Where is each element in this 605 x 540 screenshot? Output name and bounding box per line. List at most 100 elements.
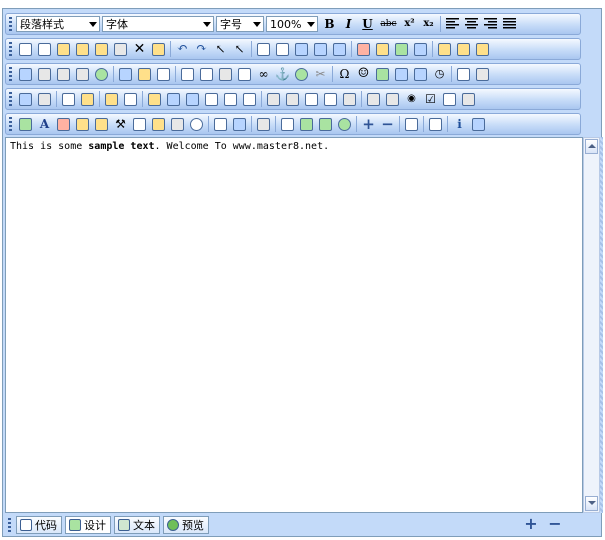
clear-format-button[interactable] (150, 40, 168, 58)
scroll-down-button[interactable] (585, 496, 598, 511)
cell-properties-button[interactable] (103, 90, 121, 108)
table-properties-button[interactable] (79, 90, 97, 108)
style-button[interactable] (412, 40, 430, 58)
maximize-button[interactable]: + (360, 115, 378, 133)
insert-radio-button[interactable]: ◉ (403, 90, 421, 108)
delete-button[interactable]: ✕ (131, 40, 149, 58)
toolbar-grip[interactable] (8, 518, 11, 532)
insert-marquee-button[interactable] (179, 65, 197, 83)
insert-row-button[interactable] (122, 90, 140, 108)
insert-emoticon-button[interactable]: ☺ (355, 65, 373, 83)
replace-button[interactable] (93, 115, 111, 133)
redo-button[interactable]: ↷ (193, 40, 211, 58)
help-button[interactable] (470, 115, 488, 133)
undo-button[interactable]: ↶ (174, 40, 192, 58)
unordered-list-button[interactable] (274, 40, 292, 58)
paste-text-button[interactable] (74, 40, 92, 58)
insert-date-button[interactable] (412, 65, 430, 83)
zoom-button[interactable] (188, 115, 206, 133)
print-button[interactable] (255, 115, 273, 133)
insert-table-button[interactable] (60, 90, 78, 108)
font-select[interactable]: 字体 (102, 16, 214, 32)
text-color-button[interactable] (355, 40, 373, 58)
merge-cells-button[interactable] (203, 90, 221, 108)
insert-image-field-button[interactable] (365, 90, 383, 108)
text-mode-button[interactable] (317, 115, 335, 133)
insert-textfield-button[interactable] (303, 90, 321, 108)
print-preview-button[interactable] (169, 115, 187, 133)
insert-anchor-button[interactable]: ⚓ (274, 65, 292, 83)
bg-color-button[interactable] (393, 40, 411, 58)
toolbar-grip[interactable] (9, 42, 12, 56)
page-props-button[interactable] (150, 115, 168, 133)
font-dialog-button[interactable]: A (36, 115, 54, 133)
toolbar-grip[interactable] (9, 67, 12, 81)
insert-flash-button[interactable] (36, 65, 54, 83)
insert-web-button[interactable] (93, 65, 111, 83)
image-dialog-button[interactable] (74, 115, 92, 133)
find-button[interactable] (112, 40, 130, 58)
absolute-position-button[interactable]: ↖ (231, 40, 249, 58)
insert-column-button[interactable] (146, 90, 164, 108)
template-button[interactable] (131, 115, 149, 133)
insert-link-button[interactable]: ∞ (255, 65, 273, 83)
insert-time-button[interactable]: ◷ (431, 65, 449, 83)
align-right-button[interactable] (482, 15, 500, 33)
shrink-editor-button[interactable]: − (547, 516, 563, 533)
select-button[interactable]: ↖ (212, 40, 230, 58)
indent-button[interactable] (312, 40, 330, 58)
paragraph-style-select[interactable]: 段落样式 (16, 16, 100, 32)
layer-button[interactable] (436, 40, 454, 58)
send-backward-button[interactable] (474, 40, 492, 58)
scroll-up-button[interactable] (585, 139, 598, 154)
unlink-button[interactable]: ✂ (312, 65, 330, 83)
superscript-button[interactable]: x² (401, 15, 419, 33)
underline-button[interactable]: U (359, 15, 377, 33)
insert-listbox-button[interactable] (460, 90, 478, 108)
code-snippet-button[interactable] (36, 90, 54, 108)
insert-handwriting-button[interactable] (474, 65, 492, 83)
insert-button-button[interactable] (341, 90, 359, 108)
insert-hr-button[interactable] (217, 65, 235, 83)
subscript-button[interactable]: x₂ (420, 15, 438, 33)
italic-button[interactable]: I (340, 15, 358, 33)
highlight-button[interactable] (374, 40, 392, 58)
design-mode-button[interactable] (298, 115, 316, 133)
insert-image-button[interactable] (17, 65, 35, 83)
insert-attachment-button[interactable] (74, 65, 92, 83)
insert-form-button[interactable] (265, 90, 283, 108)
tab-code[interactable]: 代码 (16, 516, 62, 534)
insert-grid-button[interactable] (155, 65, 173, 83)
paste-button[interactable] (55, 40, 73, 58)
cut-button[interactable] (17, 40, 35, 58)
toolbar-grip[interactable] (9, 17, 12, 31)
paragraph-dialog-button[interactable] (55, 115, 73, 133)
editing-area[interactable]: This is some sample text. Welcome To www… (5, 137, 583, 513)
split-rows-button[interactable] (222, 90, 240, 108)
insert-frame-button[interactable] (117, 65, 135, 83)
save-button[interactable] (231, 115, 249, 133)
ordered-list-button[interactable] (255, 40, 273, 58)
insert-excel-button[interactable] (374, 65, 392, 83)
code-mode-button[interactable] (279, 115, 297, 133)
tools-button[interactable]: ⚒ (112, 115, 130, 133)
delete-column-button[interactable] (184, 90, 202, 108)
insert-div-button[interactable] (136, 65, 154, 83)
formula-button[interactable] (427, 115, 445, 133)
insert-checkbox-button[interactable]: ☑ (422, 90, 440, 108)
delete-row-button[interactable] (165, 90, 183, 108)
insert-hidden-field-button[interactable] (384, 90, 402, 108)
insert-note-button[interactable] (455, 65, 473, 83)
insert-symbol-button[interactable]: Ω (336, 65, 354, 83)
zoom-select[interactable]: 100% (266, 16, 318, 32)
copy-button[interactable] (36, 40, 54, 58)
insert-textbox-button[interactable] (198, 65, 216, 83)
font-size-select[interactable]: 字号 (216, 16, 264, 32)
fullscreen-button[interactable] (403, 115, 421, 133)
paragraph-button[interactable] (331, 40, 349, 58)
tab-design[interactable]: 设计 (65, 516, 111, 534)
vertical-scrollbar[interactable] (583, 137, 600, 513)
insert-fieldset-button[interactable] (284, 90, 302, 108)
split-columns-button[interactable] (241, 90, 259, 108)
strikethrough-button[interactable]: abc (378, 15, 400, 33)
